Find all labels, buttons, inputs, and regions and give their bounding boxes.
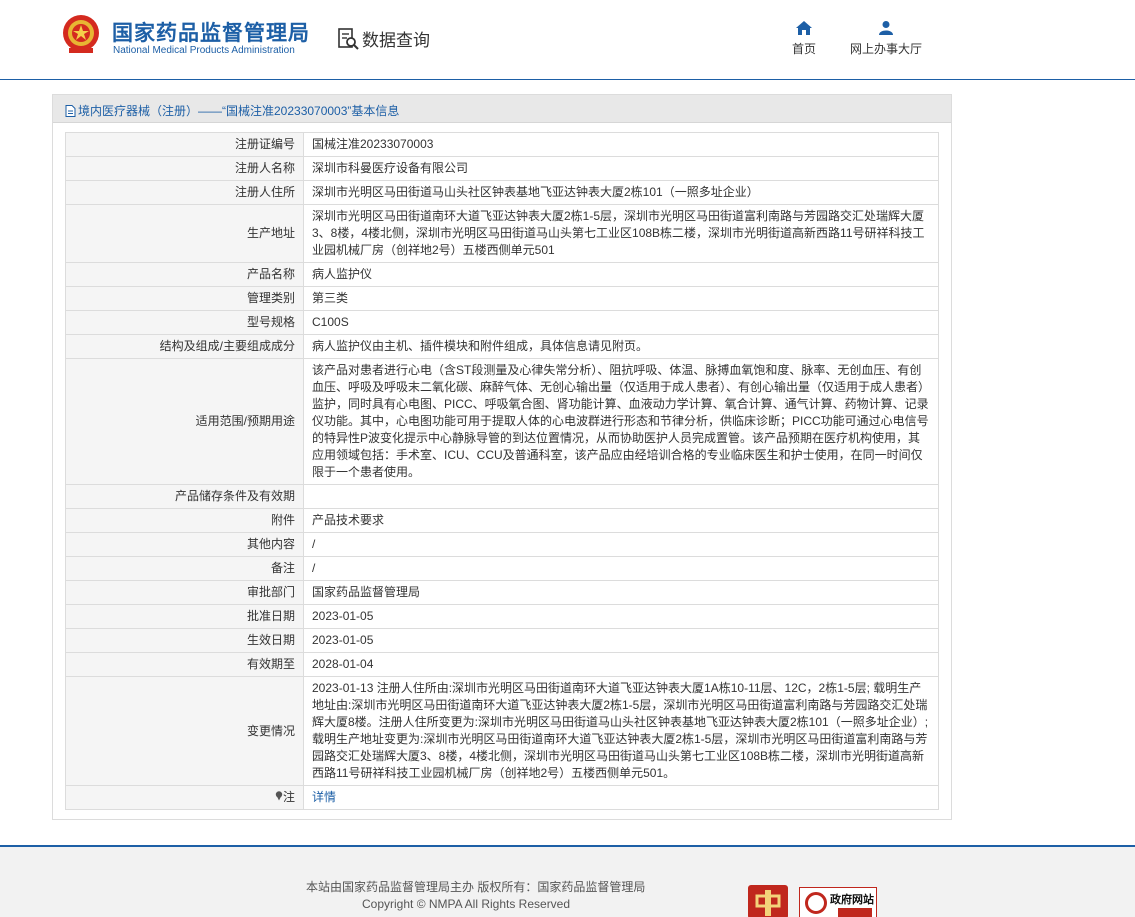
table-row: 有效期至 2028-01-04 <box>65 652 939 677</box>
nav-home-label: 首页 <box>791 42 816 56</box>
field-label: 生效日期 <box>65 628 304 653</box>
field-value: 国家药品监督管理局 <box>303 580 939 605</box>
field-value: 深圳市光明区马田街道马山头社区钟表基地飞亚达钟表大厦2栋101（一照多址企业） <box>303 180 939 205</box>
field-value: 国械注准20233070003 <box>303 132 939 157</box>
note-label: 注 <box>282 790 295 804</box>
user-icon <box>879 21 893 35</box>
field-label: 注册证编号 <box>65 132 304 157</box>
field-label: 有效期至 <box>65 652 304 677</box>
table-row: 其他内容 / <box>65 532 939 557</box>
note-value-cell: 详情 <box>303 785 939 810</box>
table-row: 批准日期 2023-01-05 <box>65 604 939 629</box>
field-label: 适用范围/预期用途 <box>65 358 304 485</box>
table-row: 注 详情 <box>65 785 939 810</box>
nav-home[interactable]: 首页 <box>790 20 818 57</box>
field-value: / <box>303 556 939 581</box>
gov-website-badge-label: 政府网站 <box>830 894 874 906</box>
table-row: 适用范围/预期用途 该产品对患者进行心电（含ST段测量及心律失常分析）、阻抗呼吸、… <box>65 358 939 485</box>
field-value: 该产品对患者进行心电（含ST段测量及心律失常分析）、阻抗呼吸、体温、脉搏血氧饱和… <box>303 358 939 485</box>
field-value: 产品技术要求 <box>303 508 939 533</box>
field-label: 备注 <box>65 556 304 581</box>
footer-sponsor-text: 本站由国家药品监督管理局主办 版权所有：国家药品监督管理局 <box>306 880 646 894</box>
field-label: 附件 <box>65 508 304 533</box>
table-row: 产品储存条件及有效期 <box>65 484 939 509</box>
field-value: 深圳市光明区马田街道南环大道飞亚达钟表大厦2栋1-5层，深圳市光明区马田街道富利… <box>303 204 939 263</box>
field-label: 注册人住所 <box>65 180 304 205</box>
field-value: 病人监护仪 <box>303 262 939 287</box>
national-emblem-icon <box>63 15 99 53</box>
field-value: 2028-01-04 <box>303 652 939 677</box>
table-row: 变更情况 2023-01-13 注册人住所由:深圳市光明区马田街道南环大道飞亚达钟… <box>65 676 939 786</box>
field-value: 深圳市科曼医疗设备有限公司 <box>303 156 939 181</box>
field-label: 变更情况 <box>65 676 304 786</box>
panel-header: 境内医疗器械（注册）——“国械注准20233070003”基本信息 <box>53 95 951 123</box>
table-row: 结构及组成/主要组成成分 病人监护仪由主机、插件模块和附件组成，具体信息请见附页。 <box>65 334 939 359</box>
table-row: 管理类别 第三类 <box>65 286 939 311</box>
field-value: 2023-01-13 注册人住所由:深圳市光明区马田街道南环大道飞亚达钟表大厦1… <box>303 676 939 786</box>
breadcrumb: 境内医疗器械（注册）——“国械注准20233070003”基本信息 <box>65 102 399 119</box>
gov-website-badge[interactable]: 政府网站 <box>799 887 877 917</box>
nav-online-service-hall[interactable]: 网上办事大厅 <box>848 20 924 57</box>
home-icon <box>796 21 812 35</box>
table-row: 注册证编号 国械注准20233070003 <box>65 132 939 157</box>
field-label: 结构及组成/主要组成成分 <box>65 334 304 359</box>
field-value: 2023-01-05 <box>303 604 939 629</box>
party-government-badge-icon[interactable] <box>748 885 788 917</box>
detail-panel: 境内医疗器械（注册）——“国械注准20233070003”基本信息 注册证编号国… <box>52 94 952 820</box>
field-label: 审批部门 <box>65 580 304 605</box>
field-label: 注册人名称 <box>65 156 304 181</box>
note-label-cell: 注 <box>65 785 304 810</box>
field-label: 产品储存条件及有效期 <box>65 484 304 509</box>
field-label: 管理类别 <box>65 286 304 311</box>
field-value <box>303 484 939 509</box>
site-header: 国家药品监督管理局 National Medical Products Admi… <box>0 0 1135 80</box>
table-row: 注册人名称 深圳市科曼医疗设备有限公司 <box>65 156 939 181</box>
gov-website-badge-ribbon <box>838 908 872 917</box>
table-row: 备注 / <box>65 556 939 581</box>
table-row: 产品名称 病人监护仪 <box>65 262 939 287</box>
footer-copyright: Copyright © NMPA All Rights Reserved <box>362 897 571 911</box>
table-row: 注册人住所 深圳市光明区马田街道马山头社区钟表基地飞亚达钟表大厦2栋101（一照多… <box>65 180 939 205</box>
search-document-icon <box>338 27 359 50</box>
field-value: 2023-01-05 <box>303 628 939 653</box>
field-label: 型号规格 <box>65 310 304 335</box>
site-footer: 本站由国家药品监督管理局主办 版权所有：国家药品监督管理局 Copyright … <box>0 845 1135 917</box>
data-query-title[interactable]: 数据查询 <box>336 26 430 51</box>
data-query-label: 数据查询 <box>362 31 430 50</box>
registration-detail-table: 注册证编号 国械注准20233070003 注册人名称 深圳市科曼医疗设备有限公司 … <box>65 132 939 810</box>
field-value: 第三类 <box>303 286 939 311</box>
table-row: 生效日期 2023-01-05 <box>65 628 939 653</box>
field-label: 批准日期 <box>65 604 304 629</box>
site-title-en: National Medical Products Administration <box>113 45 295 56</box>
table-row: 审批部门 国家药品监督管理局 <box>65 580 939 605</box>
table-row: 附件 产品技术要求 <box>65 508 939 533</box>
pin-icon <box>275 791 283 801</box>
nav-online-service-hall-label: 网上办事大厅 <box>849 42 922 56</box>
gov-website-mark-icon <box>805 892 827 914</box>
breadcrumb-text: 境内医疗器械（注册）——“国械注准20233070003”基本信息 <box>78 104 400 118</box>
field-value: C100S <box>303 310 939 335</box>
table-row: 型号规格 C100S <box>65 310 939 335</box>
field-label: 其他内容 <box>65 532 304 557</box>
document-icon <box>65 104 76 117</box>
red-emblem-icon <box>755 890 781 916</box>
table-row: 生产地址 深圳市光明区马田街道南环大道飞亚达钟表大厦2栋1-5层，深圳市光明区马田… <box>65 204 939 263</box>
field-label: 生产地址 <box>65 204 304 263</box>
site-title[interactable]: 国家药品监督管理局 <box>112 17 310 47</box>
field-label: 产品名称 <box>65 262 304 287</box>
field-value: 病人监护仪由主机、插件模块和附件组成，具体信息请见附页。 <box>303 334 939 359</box>
details-link[interactable]: 详情 <box>312 790 336 804</box>
field-value: / <box>303 532 939 557</box>
